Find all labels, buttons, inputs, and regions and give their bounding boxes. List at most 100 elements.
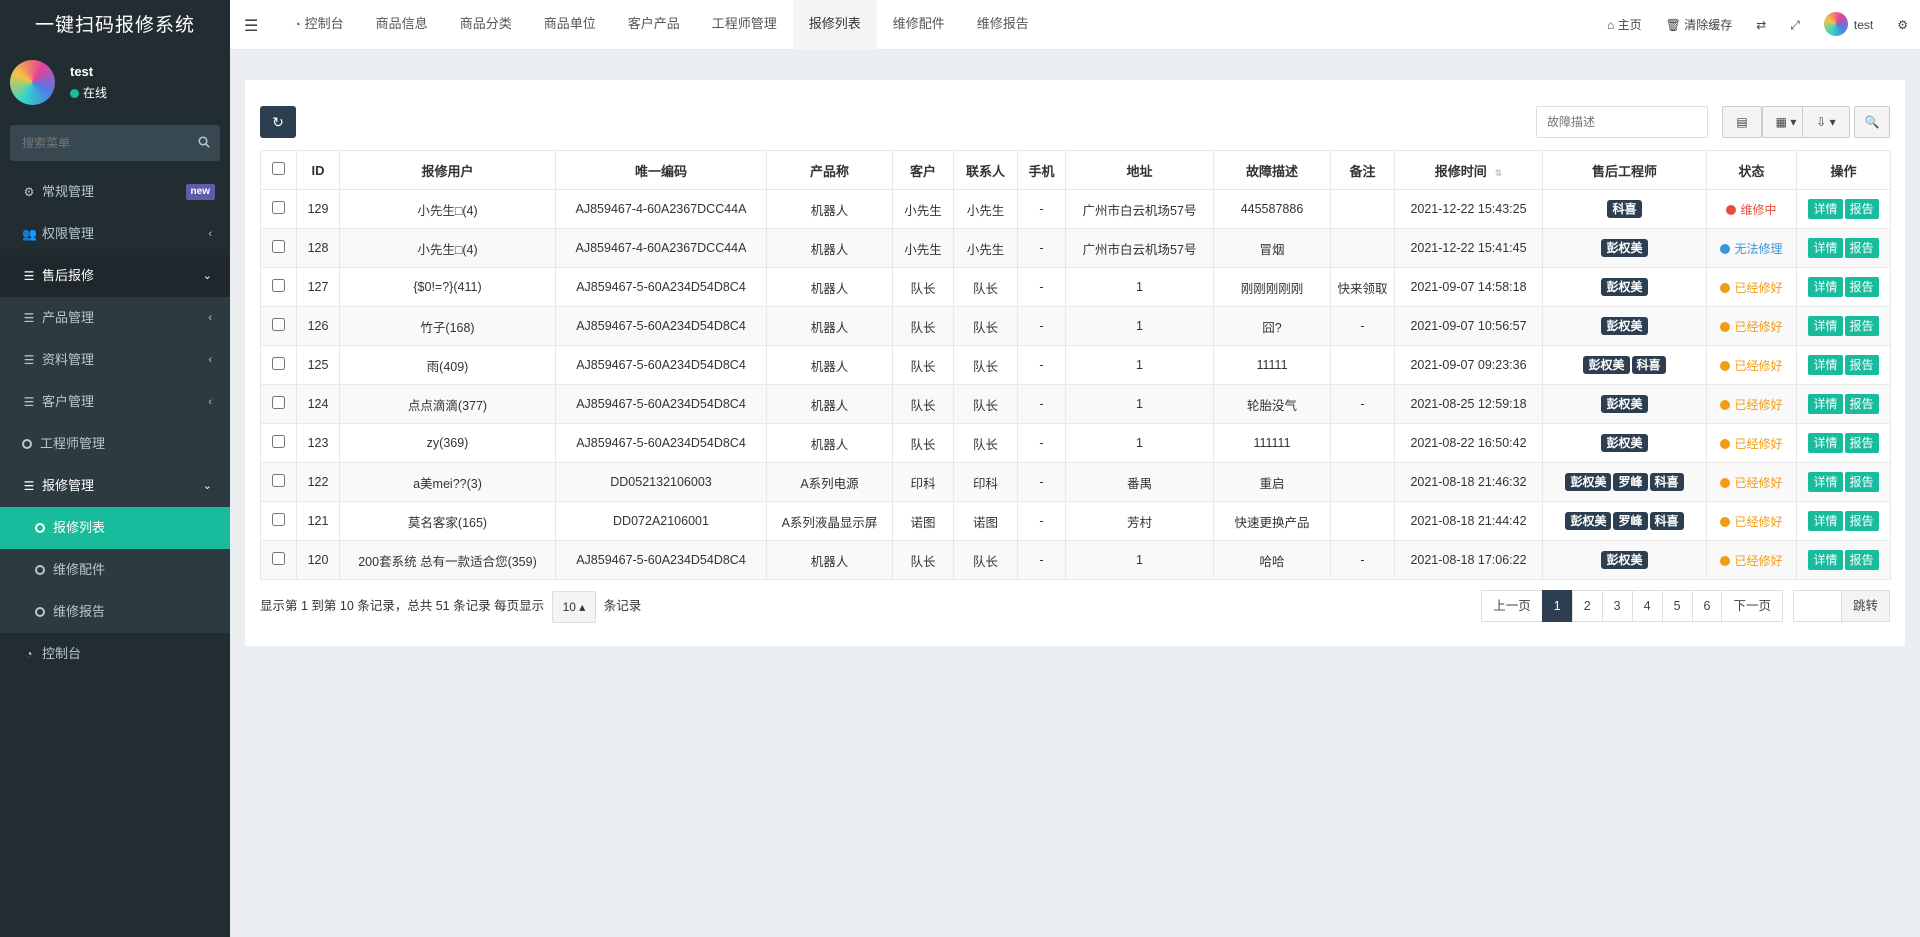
detail-button[interactable]: 详情 — [1808, 433, 1843, 453]
col-engineer[interactable]: 售后工程师 — [1542, 150, 1707, 190]
home-link[interactable]: ⌂ 主页 — [1595, 0, 1654, 50]
sidebar-item-repair-mgmt[interactable]: ☰ 报修管理 ⌄ — [0, 465, 230, 507]
col-address[interactable]: 地址 — [1065, 150, 1214, 190]
col-user[interactable]: 报修用户 — [339, 150, 556, 190]
row-checkbox[interactable] — [272, 279, 285, 292]
row-checkbox[interactable] — [272, 240, 285, 253]
col-id[interactable]: ID — [296, 150, 340, 190]
export-button[interactable]: ⇩ ▾ — [1802, 106, 1850, 138]
cell-actions: 详情 报告 — [1796, 501, 1891, 541]
sidebar-item-products[interactable]: ☰ 产品管理 ‹ — [0, 297, 230, 339]
tab-customer-products[interactable]: 客户产品 — [612, 0, 696, 50]
sort-icon[interactable]: ⇅ — [1495, 168, 1503, 178]
app-logo[interactable]: 一键扫码报修系统 — [0, 0, 230, 50]
sidebar-item-repair-list[interactable]: 报修列表 — [0, 507, 230, 549]
col-contact[interactable]: 联系人 — [953, 150, 1018, 190]
tab-engineers[interactable]: 工程师管理 — [696, 0, 793, 50]
search-toggle-button[interactable]: 🔍 — [1854, 106, 1890, 138]
sidebar-item-after-sales[interactable]: ☰ 售后报修 ⌄ — [0, 255, 230, 297]
tab-dashboard[interactable]: ◔ 控制台 — [278, 0, 360, 50]
tab-goods-unit[interactable]: 商品单位 — [528, 0, 612, 50]
sidebar-search-input[interactable] — [10, 125, 220, 161]
col-time[interactable]: 报修时间 ⇅ — [1394, 150, 1543, 190]
col-phone[interactable]: 手机 — [1017, 150, 1066, 190]
detail-button[interactable]: 详情 — [1808, 472, 1843, 492]
cell-user: 雨(409) — [339, 345, 556, 385]
detail-button[interactable]: 详情 — [1808, 316, 1843, 336]
report-button[interactable]: 报告 — [1844, 238, 1879, 258]
tab-repair-parts[interactable]: 维修配件 — [877, 0, 961, 50]
page-button[interactable]: 5 — [1661, 590, 1693, 622]
col-customer[interactable]: 客户 — [892, 150, 954, 190]
tab-goods-info[interactable]: 商品信息 — [360, 0, 444, 50]
detail-button[interactable]: 详情 — [1808, 277, 1843, 297]
translate-button[interactable]: ⇄ — [1744, 0, 1778, 50]
report-button[interactable]: 报告 — [1844, 355, 1879, 375]
sidebar-item-dashboard[interactable]: ◔ 控制台 — [0, 633, 230, 675]
sidebar-item-repair-parts[interactable]: 维修配件 — [0, 549, 230, 591]
detail-button[interactable]: 详情 — [1808, 238, 1843, 258]
tab-goods-category[interactable]: 商品分类 — [444, 0, 528, 50]
next-page-button[interactable]: 下一页 — [1721, 590, 1783, 622]
new-badge: new — [185, 184, 215, 200]
row-checkbox[interactable] — [272, 474, 285, 487]
fullscreen-button[interactable]: ⤢ — [1778, 0, 1812, 50]
row-checkbox[interactable] — [272, 513, 285, 526]
report-button[interactable]: 报告 — [1844, 316, 1879, 336]
report-button[interactable]: 报告 — [1844, 394, 1879, 414]
row-checkbox[interactable] — [272, 552, 285, 565]
report-button[interactable]: 报告 — [1844, 199, 1879, 219]
page-button[interactable]: 2 — [1571, 590, 1603, 622]
detail-button[interactable]: 详情 — [1808, 355, 1843, 375]
col-fault[interactable]: 故障描述 — [1213, 150, 1331, 190]
settings-button[interactable]: ⚙ — [1885, 0, 1920, 50]
sidebar-item-repair-reports[interactable]: 维修报告 — [0, 591, 230, 633]
row-checkbox[interactable] — [272, 396, 285, 409]
row-checkbox[interactable] — [272, 201, 285, 214]
report-button[interactable]: 报告 — [1844, 472, 1879, 492]
sidebar-item-permissions[interactable]: 👥 权限管理 ‹ — [0, 213, 230, 255]
detail-button[interactable]: 详情 — [1808, 511, 1843, 531]
page-button[interactable]: 3 — [1601, 590, 1633, 622]
row-checkbox[interactable] — [272, 357, 285, 370]
prev-page-button[interactable]: 上一页 — [1481, 590, 1543, 622]
clear-cache-button[interactable]: 🗑 清除缓存 — [1654, 0, 1745, 50]
search-input[interactable] — [1536, 106, 1708, 138]
report-button[interactable]: 报告 — [1844, 511, 1879, 531]
tab-repair-reports[interactable]: 维修报告 — [961, 0, 1045, 50]
sidebar-item-materials[interactable]: ☰ 资料管理 ‹ — [0, 339, 230, 381]
page-button[interactable]: 6 — [1691, 590, 1723, 622]
user-avatar — [10, 60, 55, 105]
page-size-select[interactable]: 10 ▴ — [551, 590, 597, 623]
detail-button[interactable]: 详情 — [1808, 394, 1843, 414]
cell-user: 莫名客家(165) — [339, 501, 556, 541]
user-menu[interactable]: test — [1812, 0, 1885, 50]
toggle-view-button[interactable]: ▤ — [1722, 106, 1762, 138]
sidebar-item-general[interactable]: ⚙ 常规管理 new — [0, 171, 230, 213]
search-icon[interactable] — [198, 136, 210, 148]
refresh-button[interactable]: ↻ — [260, 106, 296, 138]
menu-toggle-icon[interactable]: ☰ — [244, 16, 258, 36]
col-product[interactable]: 产品称 — [766, 150, 893, 190]
select-all-checkbox[interactable] — [272, 162, 285, 175]
cell-remark: 快来领取 — [1330, 267, 1395, 307]
report-button[interactable]: 报告 — [1844, 277, 1879, 297]
detail-button[interactable]: 详情 — [1808, 550, 1843, 570]
row-checkbox[interactable] — [272, 435, 285, 448]
page-button[interactable]: 1 — [1541, 590, 1573, 622]
tab-repair-list[interactable]: 报修列表 — [792, 0, 877, 50]
jump-page-input[interactable] — [1792, 590, 1843, 622]
sidebar-item-customers[interactable]: ☰ 客户管理 ‹ — [0, 381, 230, 423]
page-button[interactable]: 4 — [1631, 590, 1663, 622]
col-status[interactable]: 状态 — [1706, 150, 1797, 190]
col-code[interactable]: 唯一编码 — [555, 150, 767, 190]
report-button[interactable]: 报告 — [1844, 433, 1879, 453]
detail-button[interactable]: 详情 — [1808, 199, 1843, 219]
jump-button[interactable]: 跳转 — [1840, 590, 1890, 622]
sidebar-item-engineers[interactable]: 工程师管理 — [0, 423, 230, 465]
cell-id: 124 — [296, 384, 340, 424]
col-remark[interactable]: 备注 — [1330, 150, 1395, 190]
cell-id: 122 — [296, 462, 340, 502]
row-checkbox[interactable] — [272, 318, 285, 331]
report-button[interactable]: 报告 — [1844, 550, 1879, 570]
